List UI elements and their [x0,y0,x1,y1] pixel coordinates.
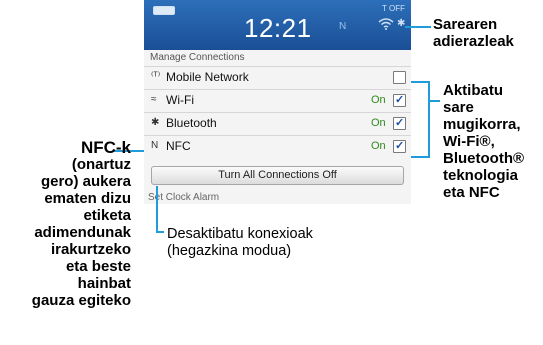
checkmark-icon: ✓ [395,117,405,129]
callout-text-line: sare [443,99,474,116]
callout-line-deactivate-foot [156,231,164,233]
connection-label: Wi-Fi [166,93,194,107]
status-bar: 12:21 N T OFF ✱ [144,0,411,50]
connection-row-bluetooth[interactable]: ✱ Bluetooth On ✓ [144,112,411,134]
connection-status-text: On [371,140,386,152]
callout-text-line: (hegazkina modua) [167,243,292,259]
callout-text-line: adierazleak [433,33,514,50]
callout-text-line: irakurtzeko [50,241,131,258]
connection-checkbox[interactable]: ✓ [393,94,406,107]
callout-text-line: (onartuz [71,156,131,173]
connection-checkbox[interactable] [393,71,406,84]
antenna-icon: ⁽ᵀ⁾ [151,71,161,82]
connection-label: Mobile Network [166,70,249,84]
set-clock-alarm-item[interactable]: Set Clock Alarm [148,192,219,203]
checkmark-icon: ✓ [395,140,405,152]
connection-row-mobile-network[interactable]: ⁽ᵀ⁾ Mobile Network [144,66,411,88]
connection-label: NFC [166,139,191,153]
callout-text-line: gero) aukera [40,173,131,190]
callout-line-deactivate [156,186,158,232]
callout-text-line: mugikorra, [443,116,521,133]
connection-status-text: On [371,94,386,106]
callout-line-activate-connector [430,100,440,102]
callout-text-line: teknologia [443,167,519,184]
callout-text-line: adimendunak [34,224,131,241]
connection-checkbox[interactable]: ✓ [393,117,406,130]
clock: 12:21 [244,13,312,43]
callout-line-activate-bottom [411,156,430,158]
connection-checkbox[interactable]: ✓ [393,140,406,153]
nfc-icon: N [151,140,159,151]
callout-line-status [405,26,431,28]
callout-text-line: Aktibatu [443,82,503,99]
phone-screen: 12:21 N T OFF ✱ Manage Connections ⁽ᵀ⁾ Mo… [144,0,411,204]
menu-header: Manage Connections [150,52,245,63]
wifi-icon: ≈ [151,94,157,105]
callout-line-activate-bracket [428,81,430,158]
callout-text-line: etiketa [83,207,131,224]
callout-text-line: Sarearen [433,16,498,33]
callout-text-line: hainbat [77,275,131,292]
notification-icon: N [339,21,347,32]
connection-label: Bluetooth [166,116,217,130]
callout-deactivate: Desaktibatu konexioak (hegazkina modua) [167,226,313,260]
callout-text-line: Wi-Fi®, [443,133,495,150]
callout-text-line: ematen dizu [44,190,131,207]
turn-all-connections-off-button[interactable]: Turn All Connections Off [151,166,404,185]
checkmark-icon: ✓ [395,94,405,106]
callout-text-line: NFC-k [80,138,131,157]
callout-text-line: eta NFC [443,184,500,201]
callout-activate: Aktibatu sare mugikorra, Wi-Fi®, Bluetoo… [443,82,524,201]
callout-text-line: Desaktibatu konexioak [167,226,313,242]
signal-label: T OFF [382,4,405,13]
callout-line-activate-top [411,81,430,83]
battery-icon [153,6,175,15]
connection-row-nfc[interactable]: N NFC On ✓ [144,135,411,157]
callout-text-line: eta beste [65,258,131,275]
bluetooth-icon: ✱ [151,117,160,128]
connection-row-wi-fi[interactable]: ≈ Wi-Fi On ✓ [144,89,411,111]
connection-status-text: On [371,117,386,129]
callout-nfc: NFC-k (onartuz gero) aukera ematen dizu … [0,139,131,309]
callout-text-line: gauza egiteko [31,292,131,309]
callout-text-line: Bluetooth® [443,150,525,167]
wifi-icon [378,18,394,30]
callout-status-indicators: Sarearen adierazleak [433,16,514,50]
